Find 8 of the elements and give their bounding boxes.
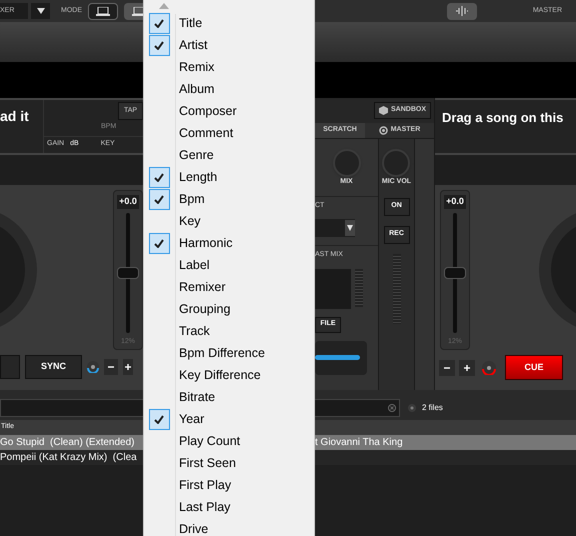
track-title: Pompeii (Kat Krazy Mix) (Clea xyxy=(0,451,138,465)
deck-title: ad it xyxy=(0,107,30,126)
track-title: Go Stupid (Clean) (Extended) xyxy=(0,436,136,450)
pitch-readout: +0.0 xyxy=(444,195,466,208)
pitch-readout: +0.0 xyxy=(117,195,139,208)
file-count: 2 files xyxy=(422,402,443,414)
deck-title: Drag a song on this xyxy=(442,110,564,125)
track-artist: t Giovanni Tha King xyxy=(315,436,403,450)
